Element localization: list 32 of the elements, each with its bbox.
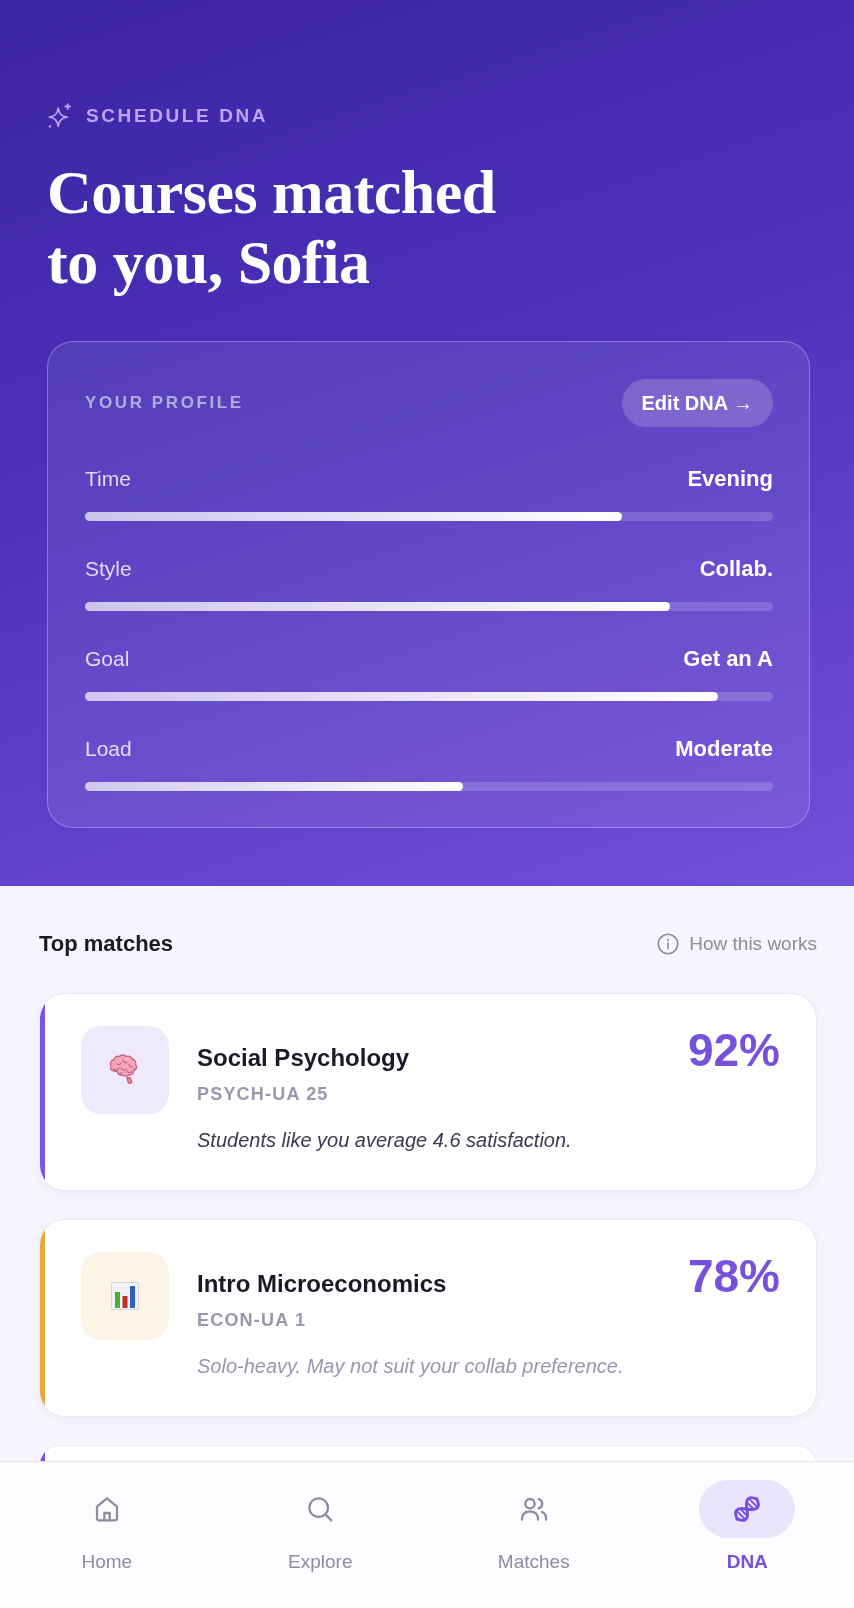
course-card[interactable]: Social Psychology 92% PSYCH-UA 25 Students like you average 4.6 satisfaction. <box>39 993 817 1191</box>
profile-heading: YOUR PROFILE <box>85 392 244 415</box>
course-card[interactable]: Intro Microeconomics 78% ECON-UA 1 Solo-heavy. May not suit your collab preference. <box>39 1219 817 1417</box>
trait-value: Collab. <box>699 555 773 583</box>
course-code: ECON-UA 1 <box>197 1309 308 1332</box>
trait-value: Moderate <box>675 735 773 763</box>
match-note: Solo-heavy. May not suit your collab preference. <box>197 1354 625 1379</box>
brain-icon <box>81 1026 169 1114</box>
nav-tab[interactable]: Explore <box>272 1480 369 1574</box>
trait-label: Style <box>85 556 132 582</box>
course-title: Intro Microeconomics <box>197 1269 448 1299</box>
section-eyebrow: SCHEDULE DNA <box>86 104 269 128</box>
sparkle-icon <box>47 103 73 129</box>
bar-chart-icon <box>81 1252 169 1340</box>
nav-tab[interactable]: DNA <box>699 1480 796 1574</box>
section-heading: Top matches <box>39 930 174 958</box>
info-icon <box>657 933 680 955</box>
nav-tab[interactable]: Matches <box>485 1480 582 1574</box>
match-note: Students like you average 4.6 satisfaction. <box>197 1128 573 1153</box>
nav-tab[interactable]: Home <box>58 1480 155 1574</box>
trait-value: Evening <box>687 465 773 493</box>
match-score: 78% <box>687 1251 780 1301</box>
page-title: Courses matched to you, Sofia <box>47 157 497 297</box>
edit-dna-button[interactable]: Edit DNA → <box>621 379 773 427</box>
course-code: PSYCH-UA 25 <box>197 1083 330 1106</box>
course-title: Social Psychology <box>197 1043 411 1073</box>
trait-value: Get an A <box>683 645 773 673</box>
trait-label: Load <box>85 736 132 762</box>
trait-label: Goal <box>85 646 130 672</box>
help-link[interactable]: How this works <box>657 931 817 957</box>
trait-label: Time <box>85 466 131 492</box>
match-score: 92% <box>687 1025 780 1075</box>
